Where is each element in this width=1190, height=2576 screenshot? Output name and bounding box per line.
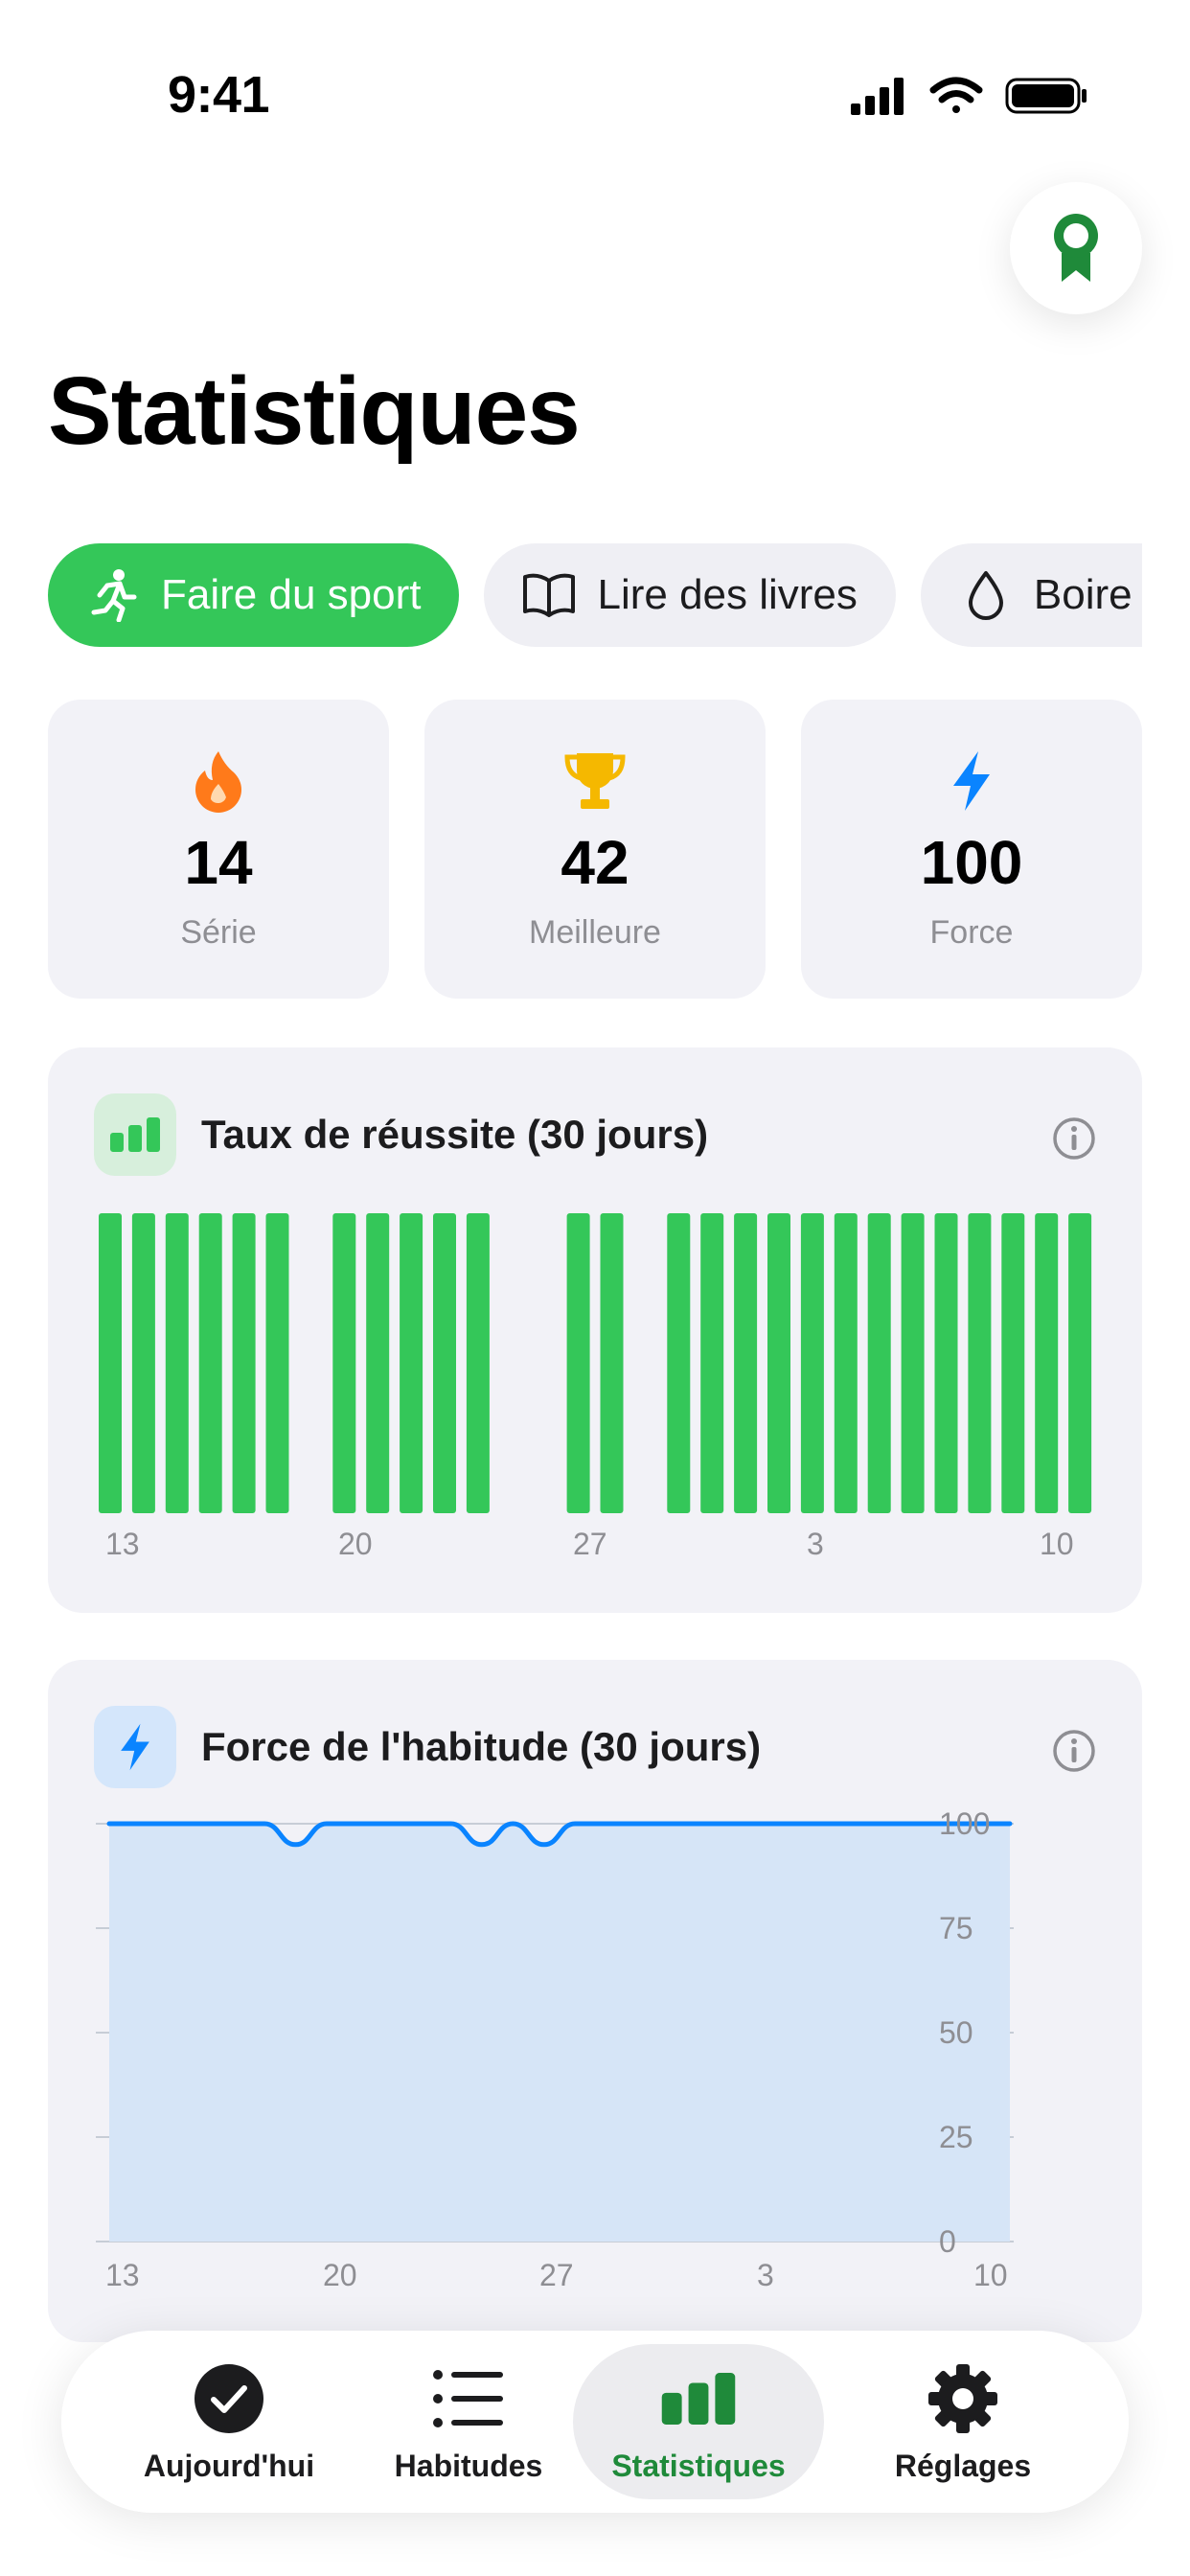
y-tick: 75 [939,1911,973,1945]
success-bar [700,1213,724,1513]
habit-strength-card: Force de l'habitude (30 jours) 100 75 50… [48,1660,1142,2342]
x-tick: 3 [807,1527,824,1561]
success-bar [867,1213,891,1513]
success-bar [901,1213,925,1513]
success-bar [1001,1213,1025,1513]
checkmark-circle-icon [191,2360,267,2437]
success-bar [1035,1213,1059,1513]
success-bar [1068,1213,1092,1513]
flame-icon [185,748,252,815]
success-bar [332,1213,356,1513]
trophy-icon [561,748,629,815]
success-bar [366,1213,390,1513]
x-tick: 13 [105,1527,140,1561]
success-bar [265,1213,289,1513]
x-tick: 10 [973,2258,1008,2292]
habit-chip-sport[interactable]: Faire du sport [48,543,460,647]
success-bar [99,1213,122,1513]
bolt-icon [938,748,1005,815]
success-bar [165,1213,189,1513]
stat-label: Série [180,914,257,951]
signal-icon [851,78,904,115]
tab-label: Réglages [894,2448,1032,2483]
habit-chip-reading[interactable]: Lire des livres [484,543,896,647]
habit-strength-chart [96,1821,1014,2242]
tab-label: Statistiques [611,2448,786,2483]
y-tick: 0 [939,2224,956,2259]
success-bar [800,1213,824,1513]
stat-card-streak: 14 Série [48,700,389,999]
water-drop-icon [959,568,1013,622]
habit-chip-label: Lire des livres [597,571,858,618]
book-icon [522,568,576,622]
success-bar [767,1213,790,1513]
wifi-icon [929,77,983,113]
running-icon [86,568,140,622]
x-tick: 10 [1040,1527,1074,1561]
habit-chip-label: Boire 2 [1033,571,1142,618]
tab-statistics[interactable]: Statistiques [573,2344,824,2499]
habit-selector: Faire du sport Lire des livres Boire 2 [48,543,1142,647]
x-tick: 27 [573,1527,607,1561]
y-tick: 100 [939,1806,991,1841]
success-bar [433,1213,456,1513]
success-bar [232,1213,256,1513]
stat-label: Meilleure [529,914,661,951]
success-bar [934,1213,958,1513]
habit-chip-label: Faire du sport [161,571,422,618]
status-icons [851,77,1087,115]
stat-value: 42 [561,828,629,897]
success-bar [734,1213,758,1513]
tab-label: Aujourd'hui [143,2448,315,2483]
success-bar [566,1213,590,1513]
x-tick: 20 [323,2258,357,2292]
tab-bar: Aujourd'hui Habitudes Statistiques Régla… [61,2331,1129,2513]
success-bar [600,1213,624,1513]
success-bar [131,1213,155,1513]
status-time: 9:41 [168,66,270,124]
tab-label: Habitudes [394,2448,543,2483]
success-bar [968,1213,992,1513]
y-tick: 50 [939,2015,973,2050]
x-tick: 3 [757,2258,774,2292]
bar-chart-icon [660,2360,737,2437]
tab-today[interactable]: Aujourd'hui [103,2344,355,2499]
success-bar [834,1213,858,1513]
success-bar [198,1213,222,1513]
strength-area [109,1824,1010,2242]
success-bar [400,1213,423,1513]
achievements-button[interactable] [1010,182,1142,314]
gear-icon [925,2360,1001,2437]
tab-settings[interactable]: Réglages [837,2344,1088,2499]
stat-value: 100 [920,828,1023,897]
stat-value: 14 [184,828,253,897]
x-tick: 20 [338,1527,373,1561]
stat-label: Force [929,914,1014,951]
success-rate-card: Taux de réussite (30 jours) 13 20 27 3 1… [48,1047,1142,1613]
page-title: Statistiques [48,357,581,465]
list-icon [430,2360,507,2437]
stat-card-best: 42 Meilleure [424,700,766,999]
tab-habits[interactable]: Habitudes [343,2344,594,2499]
success-bar [466,1213,490,1513]
habit-chip-water[interactable]: Boire 2 [920,543,1142,647]
award-ribbon-icon [1054,214,1098,282]
x-tick: 27 [539,2258,574,2292]
stat-card-strength: 100 Force [801,700,1142,999]
battery-icon [1005,78,1087,114]
x-tick: 13 [105,2258,140,2292]
y-tick: 25 [939,2120,973,2154]
success-bar [667,1213,691,1513]
